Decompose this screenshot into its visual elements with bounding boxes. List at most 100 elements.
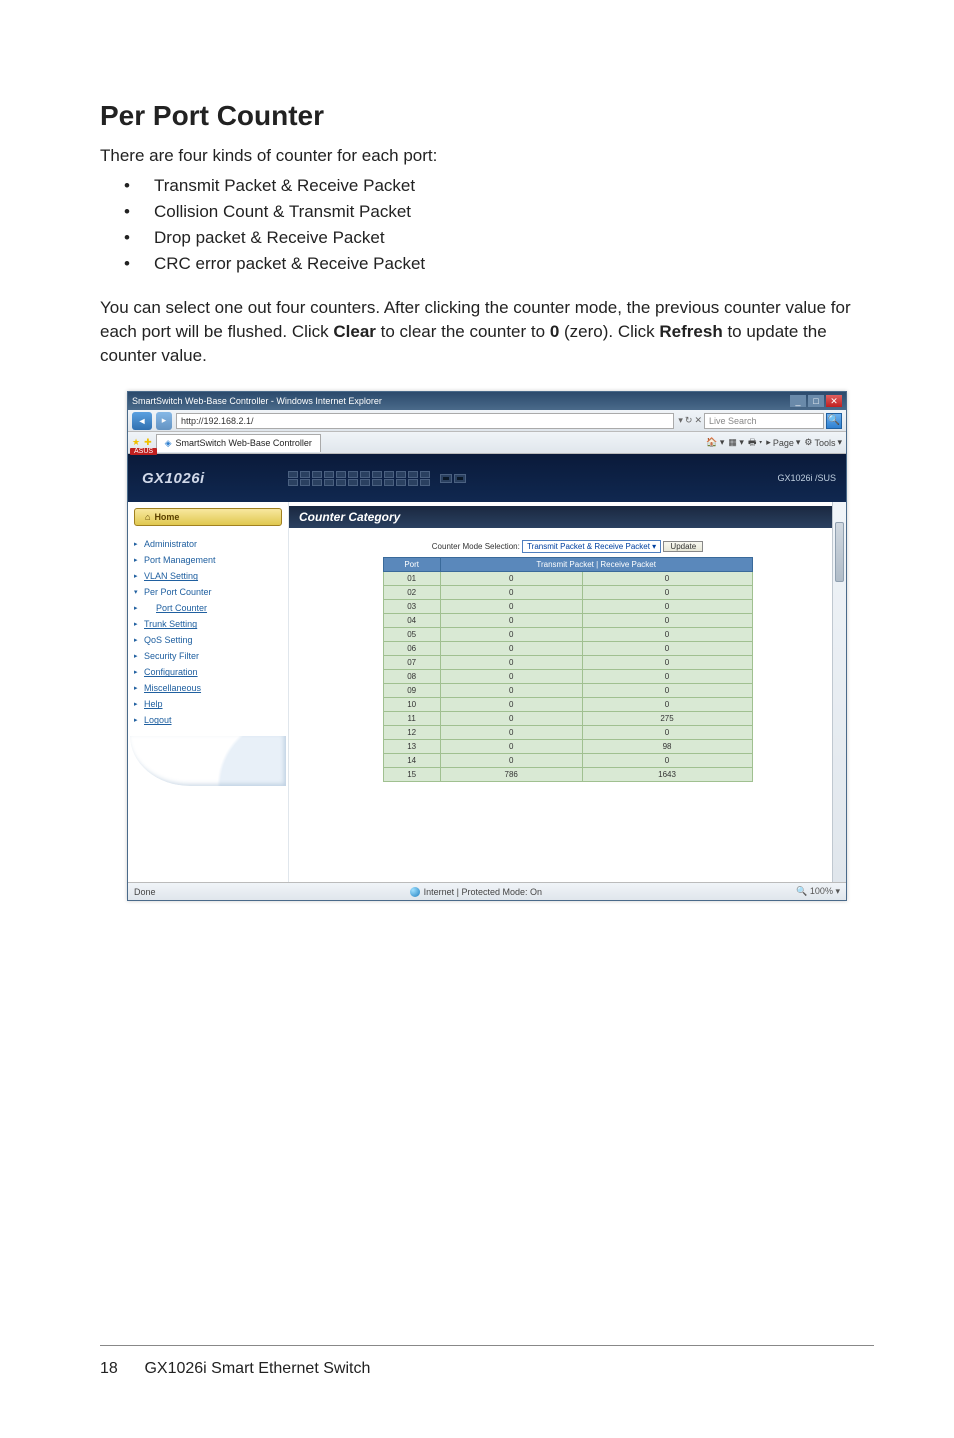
table-cell: 06 (383, 642, 440, 656)
table-cell: 275 (582, 712, 752, 726)
table-cell: 09 (383, 684, 440, 698)
window-close-button[interactable]: ✕ (826, 395, 842, 407)
sidebar-sublink[interactable]: Port Counter (156, 603, 207, 613)
home-button[interactable]: ⌂ Home (134, 508, 282, 526)
table-cell: 02 (383, 586, 440, 600)
counter-mode-select[interactable]: Transmit Packet & Receive Packet ▾ (522, 540, 661, 553)
brand-tab: ASUS (130, 448, 157, 455)
search-button[interactable]: 🔍 (826, 413, 842, 429)
home-icon: ⌂ (145, 512, 150, 522)
table-cell: 0 (582, 642, 752, 656)
table-row: 0500 (383, 628, 752, 642)
dropdown-icon[interactable]: ▾ (678, 415, 683, 426)
sidebar-link[interactable]: Security Filter (144, 651, 199, 661)
switch-port-graphic (288, 471, 726, 486)
sidebar-item[interactable]: Configuration (130, 664, 286, 680)
sidebar-item[interactable]: VLAN Setting (130, 568, 286, 584)
sidebar-link[interactable]: Help (144, 699, 163, 709)
table-cell: 05 (383, 628, 440, 642)
url-input[interactable]: http://192.168.2.1/ (176, 413, 674, 429)
tab-bar: ★ ✚ ◈ SmartSwitch Web-Base Controller 🏠 … (128, 432, 846, 454)
table-cell: 0 (440, 740, 582, 754)
sidebar-link[interactable]: QoS Setting (144, 635, 193, 645)
window-maximize-button[interactable]: □ (808, 395, 824, 407)
table-cell: 1643 (582, 768, 752, 782)
window-minimize-button[interactable]: _ (790, 395, 806, 407)
table-row: 1200 (383, 726, 752, 740)
table-cell: 0 (440, 614, 582, 628)
table-row: 0200 (383, 586, 752, 600)
status-done: Done (134, 887, 156, 897)
counter-table: Port Transmit Packet | Receive Packet 01… (383, 557, 753, 782)
sidebar-subitem[interactable]: Port Counter (130, 600, 286, 616)
page-heading: Per Port Counter (100, 100, 874, 132)
sidebar-item[interactable]: Security Filter (130, 648, 286, 664)
sidebar-item[interactable]: Port Management (130, 552, 286, 568)
tools-menu[interactable]: ⚙ Tools ▾ (804, 437, 842, 448)
table-cell: 0 (440, 698, 582, 712)
scrollbar[interactable] (832, 502, 846, 882)
forward-button[interactable]: ▸ (156, 412, 172, 430)
window-titlebar[interactable]: SmartSwitch Web-Base Controller - Window… (128, 392, 846, 410)
table-row: 0400 (383, 614, 752, 628)
table-cell: 0 (440, 572, 582, 586)
sidebar-link[interactable]: Miscellaneous (144, 683, 201, 693)
table-cell: 07 (383, 656, 440, 670)
stop-icon[interactable]: ✕ (694, 415, 702, 426)
table-cell: 13 (383, 740, 440, 754)
page-icon: ◈ (165, 438, 172, 449)
bullet-item: Transmit Packet & Receive Packet (124, 176, 874, 196)
zoom-control[interactable]: 🔍 100% ▾ (796, 886, 840, 897)
table-cell: 98 (582, 740, 752, 754)
back-button[interactable]: ◄ (132, 412, 152, 430)
selector-label: Counter Mode Selection: (432, 542, 520, 551)
browser-tab[interactable]: ◈ SmartSwitch Web-Base Controller (156, 434, 321, 452)
home-label: Home (154, 512, 179, 522)
home-icon[interactable]: 🏠 ▾ (706, 437, 724, 448)
table-row: 110275 (383, 712, 752, 726)
content-area: Counter Category Counter Mode Selection:… (288, 502, 846, 882)
sidebar-link[interactable]: Per Port Counter (144, 587, 212, 597)
status-zone: Internet | Protected Mode: On (424, 887, 542, 897)
table-row: 13098 (383, 740, 752, 754)
search-input[interactable]: Live Search (704, 413, 824, 429)
table-cell: 0 (440, 656, 582, 670)
table-cell: 0 (582, 698, 752, 712)
bullet-item: CRC error packet & Receive Packet (124, 254, 874, 274)
body-paragraph: You can select one out four counters. Af… (100, 296, 874, 367)
sidebar-link[interactable]: Logout (144, 715, 172, 725)
feeds-icon[interactable]: ▦ ▾ (728, 437, 744, 448)
table-cell: 0 (440, 670, 582, 684)
status-bar: Done Internet | Protected Mode: On 🔍 100… (128, 882, 846, 900)
sidebar-link[interactable]: VLAN Setting (144, 571, 198, 581)
sidebar-item[interactable]: QoS Setting (130, 632, 286, 648)
bullet-item: Collision Count & Transmit Packet (124, 202, 874, 222)
para-text: to clear the counter to (376, 322, 550, 341)
select-value: Transmit Packet & Receive Packet (527, 542, 650, 551)
sidebar-item[interactable]: Help (130, 696, 286, 712)
sidebar-item[interactable]: Administrator (130, 536, 286, 552)
print-icon[interactable]: 🖶 ▾ (748, 435, 762, 451)
refresh-icon[interactable]: ↻ (685, 415, 693, 426)
sidebar-item[interactable]: Trunk Setting (130, 616, 286, 632)
banner-right-label: GX1026i /SUS (726, 473, 846, 483)
add-favorites-icon[interactable]: ✚ (144, 437, 152, 448)
update-button[interactable]: Update (663, 541, 703, 552)
bullet-item: Drop packet & Receive Packet (124, 228, 874, 248)
favorites-icon[interactable]: ★ (132, 437, 140, 448)
table-cell: 11 (383, 712, 440, 726)
table-cell: 0 (582, 684, 752, 698)
table-cell: 0 (440, 754, 582, 768)
browser-window: SmartSwitch Web-Base Controller - Window… (127, 391, 847, 901)
scroll-thumb[interactable] (835, 522, 844, 582)
sidebar-link[interactable]: Configuration (144, 667, 198, 677)
page-menu[interactable]: ▸ Page ▾ (766, 437, 800, 448)
para-bold: 0 (550, 322, 559, 341)
sidebar-link[interactable]: Administrator (144, 539, 197, 549)
sidebar-link[interactable]: Port Management (144, 555, 216, 565)
sidebar-item[interactable]: Miscellaneous (130, 680, 286, 696)
para-bold: Refresh (659, 322, 722, 341)
sidebar-item[interactable]: Logout (130, 712, 286, 728)
sidebar-item[interactable]: Per Port Counter (130, 584, 286, 600)
sidebar-link[interactable]: Trunk Setting (144, 619, 197, 629)
